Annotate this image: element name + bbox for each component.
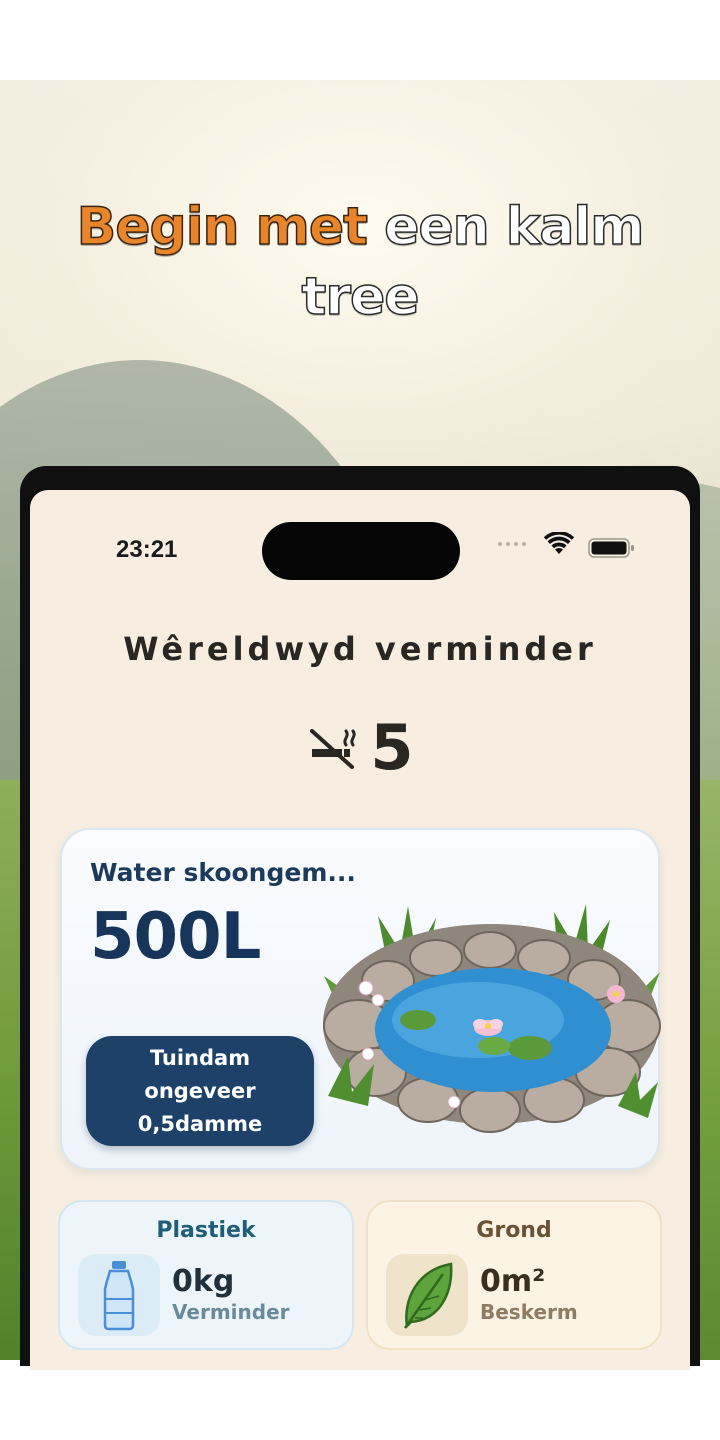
status-bar: 23:21 — [30, 490, 690, 600]
status-time: 23:21 — [116, 536, 178, 563]
phone-screen: 23:21 Wêreldwyd verminder 5 Water skoong… — [30, 490, 690, 1370]
headline-line-2: tree — [40, 262, 680, 332]
soil-value: 0m² — [480, 1264, 546, 1299]
plastic-value: 0kg — [172, 1264, 235, 1299]
water-bottle-icon — [78, 1254, 160, 1336]
reduce-count-row: 5 — [30, 710, 690, 784]
signal-dots-icon — [498, 542, 526, 546]
water-saved-label: Water skoongem... — [90, 858, 356, 887]
headline-line-1: Begin met een kalm — [40, 192, 680, 262]
wifi-icon — [543, 532, 575, 554]
plastic-subtitle: Verminder — [172, 1300, 290, 1324]
pond-illustration — [323, 904, 661, 1133]
soil-stat-card[interactable]: Grond 0m² Beskerm — [366, 1200, 662, 1350]
reduce-count: 5 — [370, 710, 414, 784]
plastic-title: Plastiek — [156, 1218, 256, 1243]
headline-rest: een kalm — [383, 196, 645, 258]
pond-equivalent-button[interactable]: Tuindam ongeveer 0,5damme — [86, 1036, 314, 1146]
soil-title: Grond — [476, 1218, 552, 1243]
leaf-icon — [386, 1254, 468, 1336]
headline-line2: tree — [301, 266, 421, 328]
soil-subtitle: Beskerm — [480, 1300, 578, 1324]
reduce-title: Wêreldwyd verminder — [123, 630, 597, 668]
no-smoking-icon — [310, 729, 357, 769]
dynamic-island — [262, 522, 460, 580]
battery-icon — [588, 538, 634, 558]
headline-accent: Begin met — [76, 196, 369, 258]
water-saved-amount: 500L — [90, 900, 261, 974]
plastic-stat-card[interactable]: Plastiek 0kg Verminder — [58, 1200, 354, 1350]
water-saved-card[interactable]: Water skoongem... 500L Tuindam ongeveer … — [60, 828, 661, 1170]
phone-frame: 23:21 Wêreldwyd verminder 5 Water skoong… — [20, 466, 700, 1370]
promo-headline: Begin met een kalm tree — [40, 192, 680, 332]
